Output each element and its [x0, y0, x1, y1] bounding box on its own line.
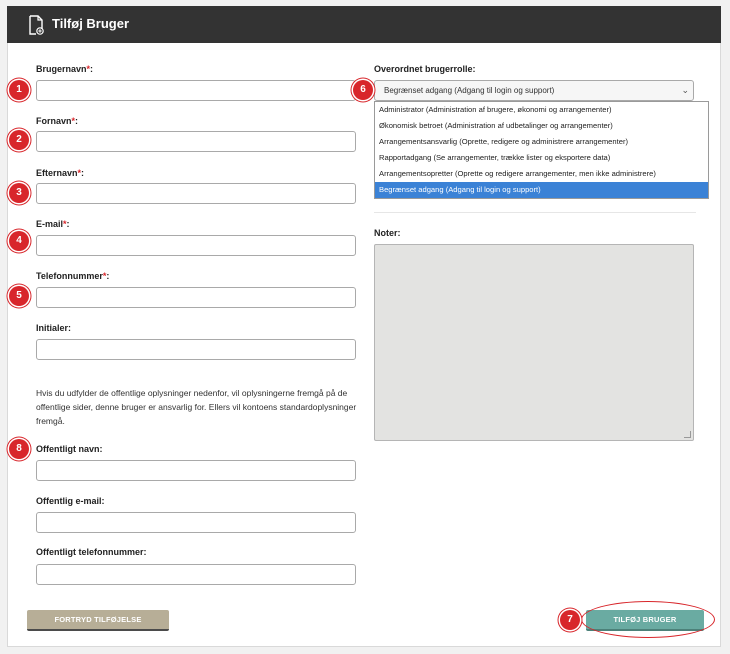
public-email-input[interactable]: [36, 512, 356, 533]
email-label: E-mail*:: [36, 219, 70, 229]
notes-textarea[interactable]: [374, 244, 694, 441]
role-option-report-access[interactable]: Rapportadgang (Se arrangementer, trække …: [375, 150, 708, 166]
annotation-badge-1: 1: [9, 80, 29, 100]
section-divider: [374, 212, 696, 213]
annotation-badge-8: 8: [9, 439, 29, 459]
lastname-input[interactable]: [36, 183, 356, 204]
public-info-text: Hvis du udfylder de offentlige oplysning…: [36, 388, 357, 426]
cancel-button[interactable]: FORTRYD TILFØJELSE: [27, 610, 169, 631]
annotation-badge-3: 3: [9, 183, 29, 203]
annotation-badge-4: 4: [9, 231, 29, 251]
public-phone-label: Offentligt telefonnummer:: [36, 547, 147, 557]
phone-label: Telefonnummer*:: [36, 271, 110, 281]
page-header: Tilføj Bruger: [7, 6, 721, 43]
annotation-badge-6: 6: [353, 80, 373, 100]
annotation-badge-7: 7: [560, 610, 580, 630]
public-name-label: Offentligt navn:: [36, 444, 103, 454]
chevron-down-icon: ⌄: [681, 85, 689, 95]
initials-label: Initialer:: [36, 323, 72, 333]
lastname-label: Efternavn*:: [36, 168, 85, 178]
public-email-label: Offentlig e-mail:: [36, 496, 105, 506]
role-select-value: Begrænset adgang (Adgang til login og su…: [384, 86, 555, 95]
role-option-event-manager[interactable]: Arrangementsansvarlig (Oprette, redigere…: [375, 134, 708, 150]
role-dropdown-list: Administrator (Administration af brugere…: [374, 101, 709, 199]
annotation-badge-5: 5: [9, 286, 29, 306]
firstname-input[interactable]: [36, 131, 356, 152]
role-label: Overordnet brugerrolle:: [374, 64, 476, 74]
notes-label: Noter:: [374, 228, 401, 238]
role-select[interactable]: Begrænset adgang (Adgang til login og su…: [374, 80, 694, 101]
role-option-financial[interactable]: Økonomisk betroet (Administration af udb…: [375, 118, 708, 134]
role-option-administrator[interactable]: Administrator (Administration af brugere…: [375, 102, 708, 118]
add-document-icon: [28, 15, 44, 35]
public-name-input[interactable]: [36, 460, 356, 481]
role-option-event-creator[interactable]: Arrangementsopretter (Oprette og rediger…: [375, 166, 708, 182]
initials-input[interactable]: [36, 339, 356, 360]
role-option-limited-access[interactable]: Begrænset adgang (Adgang til login og su…: [375, 182, 708, 198]
firstname-label: Fornavn*:: [36, 116, 79, 126]
page-title: Tilføj Bruger: [52, 16, 130, 31]
annotation-badge-2: 2: [9, 130, 29, 150]
email-input[interactable]: [36, 235, 356, 256]
highlight-ellipse: [581, 601, 715, 638]
public-phone-input[interactable]: [36, 564, 356, 585]
username-input[interactable]: [36, 80, 356, 101]
username-label: Brugernavn*:: [36, 64, 94, 74]
phone-input[interactable]: [36, 287, 356, 308]
resize-handle-icon[interactable]: [684, 431, 691, 438]
